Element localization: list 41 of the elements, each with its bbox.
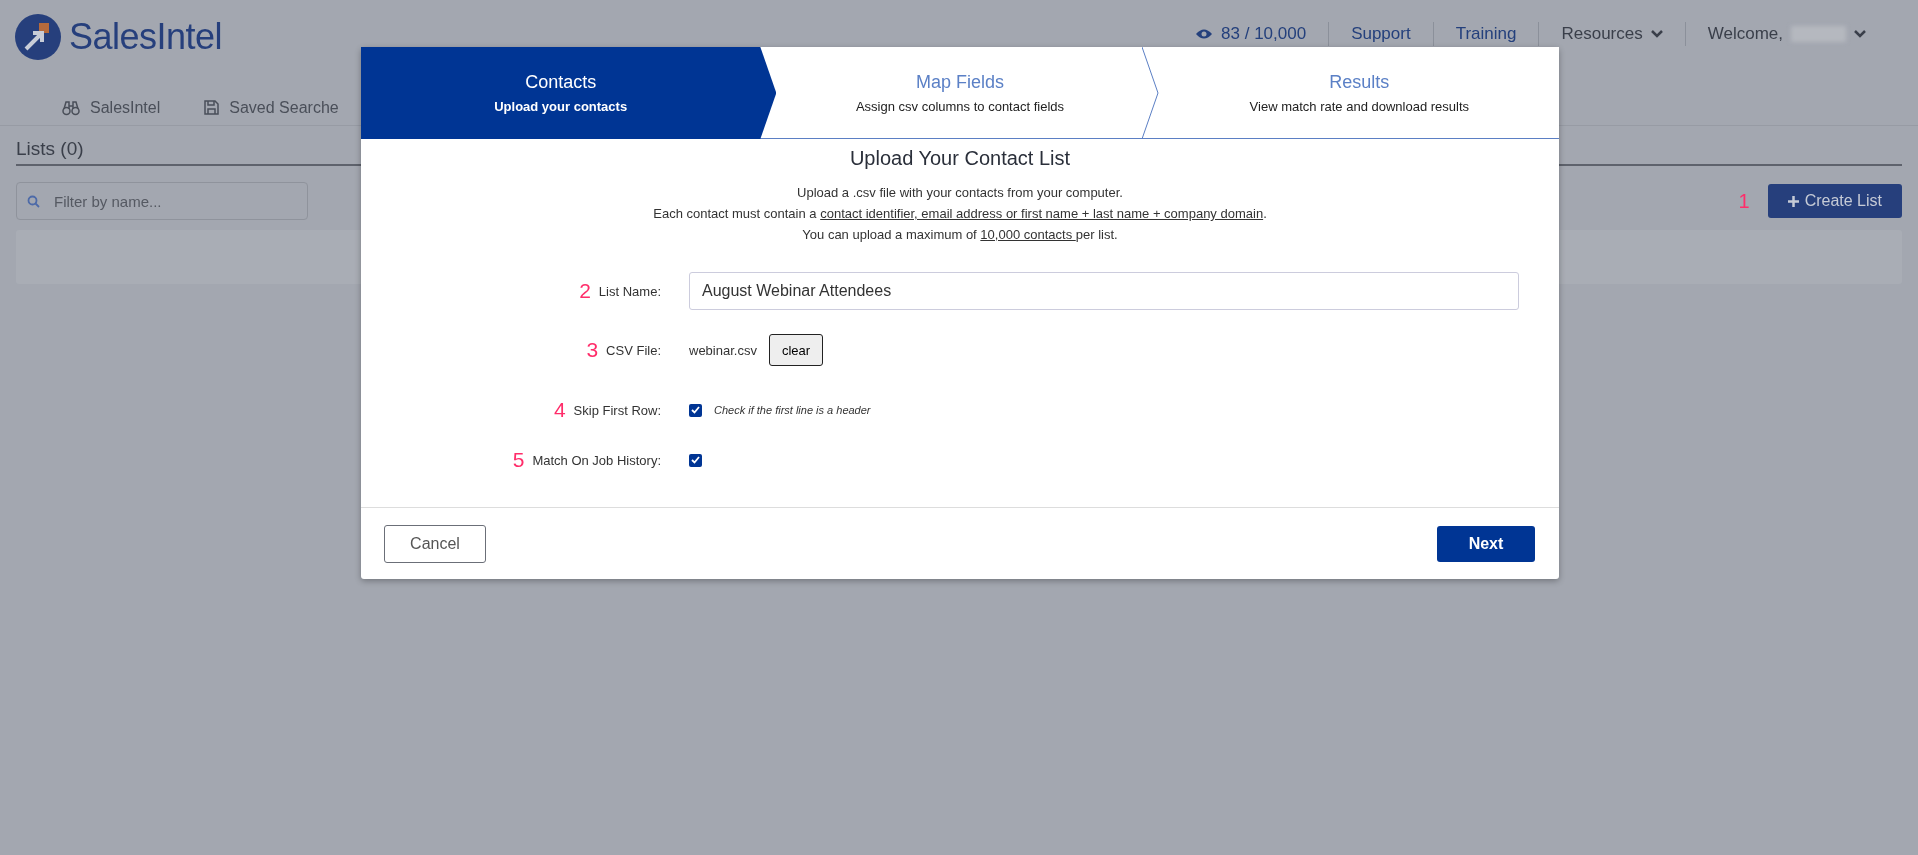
logo-text: SalesIntel xyxy=(69,16,223,58)
hint-text: Check if the first line is a header xyxy=(714,404,871,416)
binoculars-icon xyxy=(62,99,80,116)
filter-placeholder: Filter by name... xyxy=(54,192,162,210)
usage-count: 83 / 10,000 xyxy=(1221,24,1307,44)
clear-button[interactable]: clear xyxy=(768,334,824,366)
field-label: Match On Job History: xyxy=(532,452,661,468)
file-name: webinar.csv xyxy=(689,342,757,358)
plus-icon xyxy=(1787,195,1799,207)
nav-link[interactable]: Training xyxy=(1455,24,1517,44)
annotation-number: 5 xyxy=(512,448,525,472)
chevron-down-icon xyxy=(1854,30,1866,38)
annotation-number: 1 xyxy=(1738,189,1750,213)
field-label: Skip First Row: xyxy=(573,402,661,418)
field-label: CSV File: xyxy=(606,342,661,358)
field-label: List Name: xyxy=(598,283,661,299)
instruction-text: Each contact must contain a contact identifier, email address or first name + last name + company domain. xyxy=(653,205,1267,223)
annotation-number: 2 xyxy=(579,279,591,303)
instruction-text: Upload a .csv file with your contacts from your computer. xyxy=(797,184,1123,202)
list-name-field[interactable]: August Webinar Attendees xyxy=(689,272,1519,310)
underlined-link[interactable]: 10,000 contacts xyxy=(980,227,1076,242)
annotation-number: 3 xyxy=(586,338,599,362)
wizard-step[interactable]: Contacts Upload your contacts xyxy=(361,47,777,139)
eye-icon xyxy=(1195,28,1214,40)
nav-link[interactable]: Support xyxy=(1351,24,1411,44)
wizard-step[interactable]: Map Fields Assign csv columns to contact fields xyxy=(760,47,1160,139)
menu-label[interactable]: Welcome, xyxy=(1707,24,1783,44)
save-icon xyxy=(204,100,220,115)
cancel-button[interactable]: Cancel xyxy=(384,524,486,563)
menu-label[interactable]: Resources xyxy=(1561,24,1643,44)
nav-item[interactable]: Saved Searche xyxy=(229,98,339,117)
checkbox[interactable] xyxy=(689,453,702,467)
checkbox[interactable] xyxy=(689,403,702,417)
wizard-step[interactable]: Results View match rate and download results xyxy=(1159,47,1559,139)
search-icon xyxy=(27,194,40,208)
instruction-text: You can upload a maximum of 10,000 contacts per list. xyxy=(802,226,1118,244)
logo-icon xyxy=(15,14,61,60)
create-list-button[interactable]: Create List xyxy=(1767,184,1902,218)
annotation-number: 4 xyxy=(553,398,566,422)
next-button[interactable]: Next xyxy=(1437,525,1535,562)
chevron-down-icon xyxy=(1650,30,1663,38)
